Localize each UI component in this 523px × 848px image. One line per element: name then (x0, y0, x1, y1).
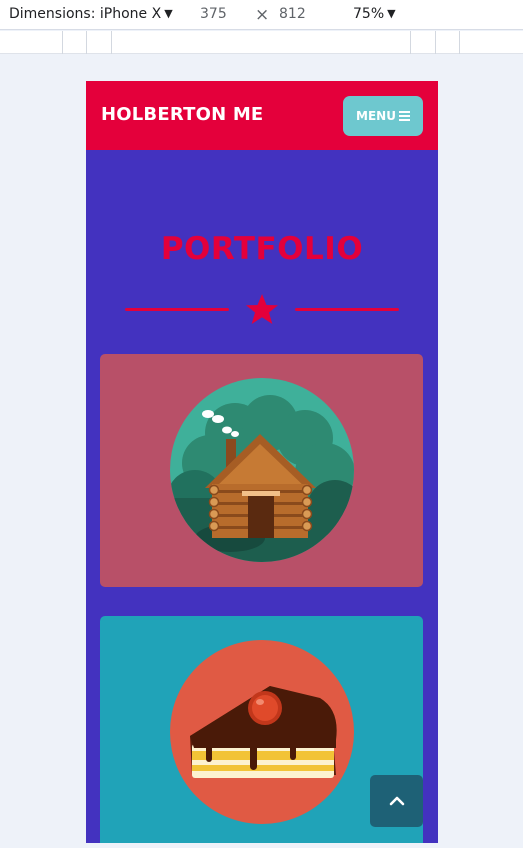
caret-down-icon: ▼ (387, 7, 396, 20)
ruler-marker (111, 31, 112, 54)
chevron-up-icon (389, 796, 404, 806)
device-label: Dimensions: iPhone X (9, 6, 162, 22)
device-selector[interactable]: Dimensions: iPhone X ▼ (9, 5, 173, 24)
divider-line-left (125, 308, 229, 311)
site-header: HOLBERTON ME MENU (86, 81, 438, 150)
devtools-toolbar: Dimensions: iPhone X ▼ 375 × 812 75% ▼ (0, 0, 523, 30)
caret-down-icon: ▼ (164, 7, 173, 20)
ruler-marker (62, 31, 63, 54)
divider-line-right (295, 308, 399, 311)
cake-slice-icon (170, 640, 354, 824)
menu-label: MENU (356, 109, 396, 123)
ruler-marker (86, 31, 87, 54)
ruler-marker (435, 31, 436, 54)
site-brand[interactable]: HOLBERTON ME (101, 104, 263, 125)
device-viewport: HOLBERTON ME MENU PORTFOLIO (86, 81, 438, 843)
dimension-separator: × (255, 5, 270, 25)
media-query-ruler (0, 31, 523, 54)
back-to-top-button[interactable] (370, 775, 423, 827)
star-icon (246, 294, 278, 324)
viewport-width-field[interactable]: 375 (200, 5, 227, 23)
portfolio-item-cabin[interactable] (100, 354, 423, 587)
zoom-label: 75% (353, 6, 385, 22)
menu-button[interactable]: MENU (343, 96, 423, 136)
ruler-marker (410, 31, 411, 54)
log-cabin-icon (170, 378, 354, 562)
hamburger-icon (398, 111, 410, 121)
zoom-selector[interactable]: 75% ▼ (353, 5, 396, 24)
ruler-marker (459, 31, 460, 54)
viewport-height-field[interactable]: 812 (279, 5, 306, 23)
portfolio-title: PORTFOLIO (160, 231, 364, 267)
